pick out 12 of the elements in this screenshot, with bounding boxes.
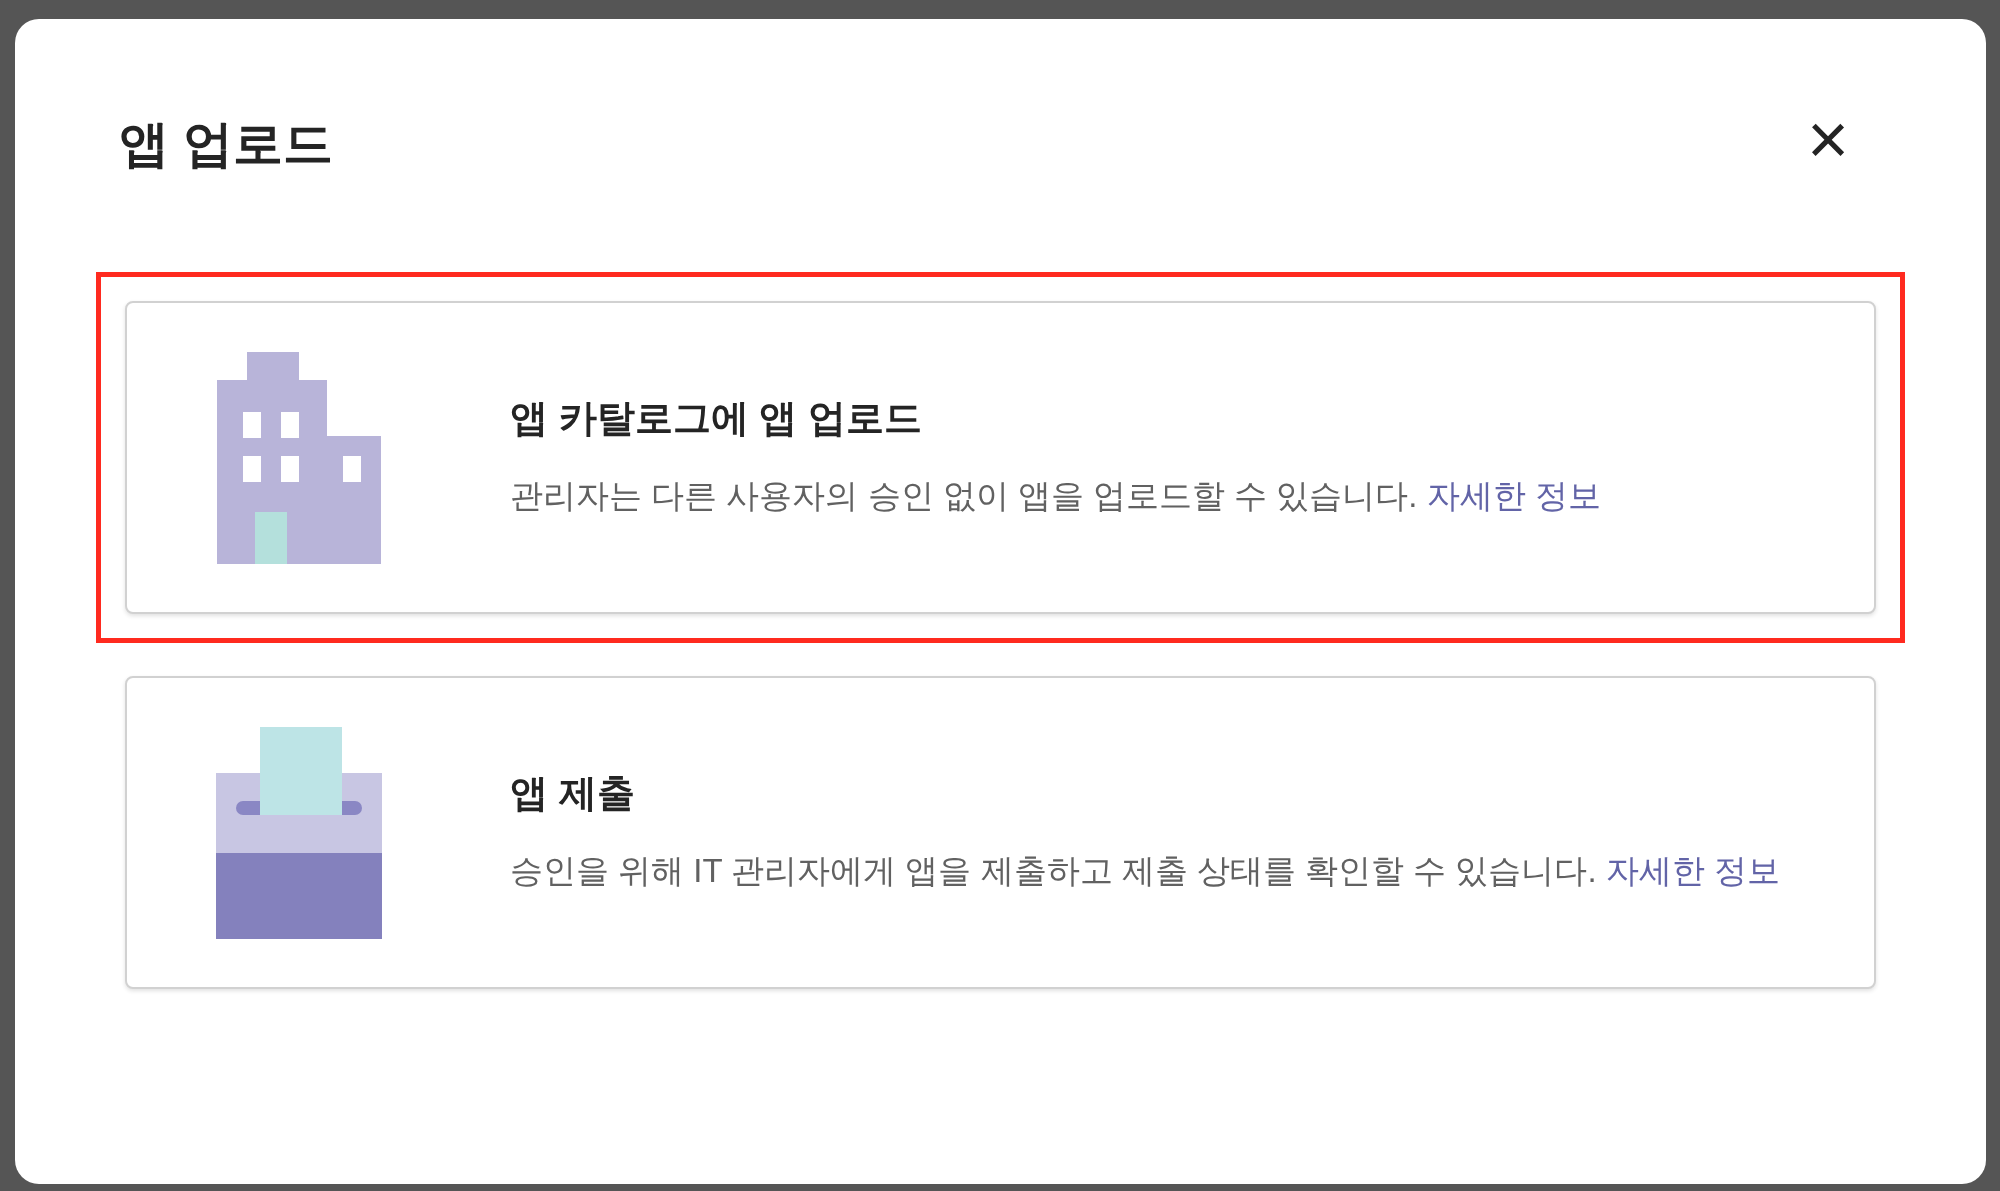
option-title: 앱 제출 — [510, 771, 636, 816]
ballot-box-icon — [216, 726, 382, 939]
close-button[interactable]: × — [1806, 103, 1849, 175]
option-card[interactable]: 앱 카탈로그에 앱 업로드 관리자는 다른 사용자의 승인 없이 앱을 업로드할 수 있습니다. 자세한 정보 — [125, 301, 1876, 614]
learn-more-link[interactable]: 자세한 정보 — [1426, 476, 1601, 514]
option-description: 승인을 위해 IT 관리자에게 앱을 제출하고 제출 상태를 확인할 수 있습니다. 자세한 정보 — [510, 850, 1780, 891]
option-title: 앱 카탈로그에 앱 업로드 — [510, 396, 923, 441]
building-icon — [217, 351, 381, 564]
learn-more-link[interactable]: 자세한 정보 — [1605, 851, 1780, 889]
option-card[interactable]: 앱 제출 승인을 위해 IT 관리자에게 앱을 제출하고 제출 상태를 확인할 수 있습니다. 자세한 정보 — [125, 676, 1876, 989]
option-description: 관리자는 다른 사용자의 승인 없이 앱을 업로드할 수 있습니다. 자세한 정보 — [510, 475, 1601, 516]
dialog-title: 앱 업로드 — [119, 119, 333, 169]
